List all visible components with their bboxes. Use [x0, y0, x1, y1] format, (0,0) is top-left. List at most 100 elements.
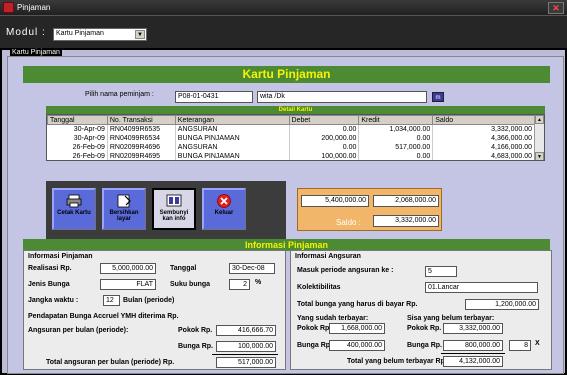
sudah-bunga-label: Bunga Rp. [297, 342, 332, 349]
pokok-field[interactable]: 416,666.70 [216, 325, 276, 336]
cell-keterangan: BUNGA PINJAMAN [175, 151, 290, 160]
cell-kredit: 1,034,000.00 [358, 124, 434, 134]
tanggal-label: Tanggal [170, 265, 197, 272]
col-debet[interactable]: Debet [288, 115, 360, 125]
bersihkan-layar-button[interactable]: Bersihkan layar [102, 188, 146, 230]
total-angsuran-field[interactable]: 517,000.00 [216, 357, 276, 368]
close-button[interactable]: ✕ [548, 2, 564, 14]
totals-box: 5,400,000.00 2,068,000.00 Saldo : 3,332,… [297, 188, 442, 231]
keluar-button[interactable]: Keluar [202, 188, 246, 230]
peminjam-name-input[interactable]: wita /Dk [257, 91, 427, 103]
sembunyi-info-label: Sembunyi kan info [159, 210, 189, 222]
app-window: Pinjaman ✕ Modul : Kartu Pinjaman ▼ Kart… [0, 0, 567, 375]
suku-bunga-label: Suku bunga [170, 281, 211, 288]
divider [441, 353, 505, 354]
main-content: Kartu Pinjaman Kartu Pinjaman Pilih nama… [0, 48, 567, 375]
cell-tanggal: 26-Feb-09 [47, 151, 108, 160]
col-tanggal[interactable]: Tanggal [47, 115, 108, 125]
page-title: Kartu Pinjaman [23, 66, 550, 83]
cell-saldo: 4,683,000.00 [432, 151, 535, 160]
table-row[interactable]: 26-Feb-09 RN02099R4696 ANGSURAN 0.00 517… [47, 142, 535, 152]
table-row[interactable]: 26-Feb-09 RN02099R4695 BUNGA PINJAMAN 10… [47, 151, 535, 160]
cell-kredit: 0.00 [358, 151, 434, 160]
table-row[interactable]: 30-Apr-09 RN04099R6535 ANGSURAN 0.00 1,0… [47, 124, 535, 134]
masuk-periode-field[interactable]: 5 [425, 266, 457, 277]
cell-no-transaksi: RN02099R4696 [107, 142, 176, 152]
masuk-periode-label: Masuk periode angsuran ke : [297, 267, 394, 274]
bunga-field[interactable]: 100,000.00 [216, 341, 276, 352]
cell-kredit: 517,000.00 [358, 142, 434, 152]
suku-bunga-unit: % [255, 279, 262, 286]
total-bunga-label: Total bunga yang harus di bayar Rp. [297, 301, 418, 308]
suku-bunga-field[interactable]: 2 [229, 279, 250, 290]
app-icon [3, 2, 14, 13]
keluar-label: Keluar [214, 210, 234, 216]
cell-no-transaksi: RN02099R4695 [107, 151, 176, 160]
cetak-kartu-label: Cetak Kartu [57, 210, 91, 216]
cell-debet: 100,000.00 [289, 151, 360, 160]
kartu-table[interactable]: Tanggal No. Transaksi Keterangan Debet K… [46, 114, 545, 161]
clear-screen-icon [117, 194, 131, 208]
sisa-kali-field[interactable]: 8 [509, 340, 531, 351]
kartu-panel: Kartu Pinjaman Pilih nama peminjam : P08… [7, 56, 564, 374]
cell-saldo: 4,166,000.00 [432, 142, 535, 152]
hide-info-icon [166, 194, 182, 207]
realisasi-label: Realisasi Rp. [28, 265, 72, 272]
total-angsuran-label: Total angsuran per bulan (periode) Rp. [46, 359, 175, 366]
realisasi-field[interactable]: 5,000,000.00 [100, 263, 156, 274]
kolektibilitas-field[interactable]: 01.Lancar [425, 282, 538, 293]
close-icon: ✕ [552, 3, 560, 13]
scroll-down-icon[interactable]: ▼ [535, 152, 544, 160]
modul-select[interactable]: Kartu Pinjaman ▼ [53, 28, 147, 41]
fieldset-label: Kartu Pinjaman [10, 49, 62, 56]
sudah-bunga-field[interactable]: 400,000.00 [329, 340, 385, 351]
cell-tanggal: 30-Apr-09 [47, 133, 108, 143]
total-belum-label: Total yang belum terbayar Rp. [347, 358, 447, 365]
sisa-terbayar-label: Sisa yang belum terbayar: [407, 315, 495, 322]
lookup-button[interactable]: m [432, 92, 444, 102]
kolektibilitas-label: Kolektibilitas [297, 284, 341, 291]
table-row[interactable]: 30-Apr-09 RN04099R6534 BUNGA PINJAMAN 20… [47, 133, 535, 143]
sisa-pokok-field[interactable]: 3,332,000.00 [443, 323, 503, 334]
sisa-pokok-label: Pokok Rp. [407, 325, 442, 332]
total-belum-field[interactable]: 4,132,000.00 [443, 356, 503, 367]
scroll-up-icon[interactable]: ▲ [535, 115, 544, 124]
angsuran-header: Informasi Angsuran [295, 253, 361, 260]
printer-icon [66, 194, 82, 208]
tanggal-field[interactable]: 30-Dec-08 [229, 263, 275, 274]
cell-saldo: 3,332,000.00 [432, 124, 535, 134]
col-saldo[interactable]: Saldo [432, 115, 535, 125]
total-bunga-field[interactable]: 1,200,000.00 [465, 299, 539, 310]
angsuran-label: Angsuran per bulan (periode): [28, 327, 129, 334]
cell-no-transaksi: RN04099R6534 [107, 133, 176, 143]
sudah-terbayar-label: Yang sudah terbayar: [297, 315, 369, 322]
informasi-angsuran-panel: Informasi Angsuran Masuk periode angsura… [290, 250, 552, 370]
sudah-pokok-label: Pokok Rp. [297, 325, 332, 332]
total-saldo: 3,332,000.00 [373, 215, 439, 227]
sisa-bunga-label: Bunga Rp. [407, 342, 442, 349]
cetak-kartu-button[interactable]: Cetak Kartu [52, 188, 96, 230]
table-scrollbar[interactable]: ▲ ▼ [534, 115, 544, 160]
jangka-field[interactable]: 12 [103, 295, 120, 306]
jenis-bunga-field[interactable]: FLAT [100, 279, 156, 290]
cell-keterangan: BUNGA PINJAMAN [175, 133, 290, 143]
col-kredit[interactable]: Kredit [358, 115, 434, 125]
sembunyi-info-button[interactable]: Sembunyi kan info [152, 188, 196, 230]
col-no-transaksi[interactable]: No. Transaksi [106, 115, 176, 125]
sisa-bunga-field[interactable]: 800,000.00 [443, 340, 503, 351]
jangka-unit: Bulan (periode) [123, 297, 175, 304]
cell-keterangan: ANGSURAN [175, 142, 290, 152]
jangka-label: Jangka waktu : [28, 297, 79, 304]
total-kredit: 2,068,000.00 [373, 195, 439, 207]
bunga-label: Bunga Rp. [178, 343, 213, 350]
divider [212, 354, 278, 355]
pokok-label: Pokok Rp. [178, 327, 213, 334]
chevron-down-icon[interactable]: ▼ [135, 30, 145, 39]
informasi-pinjaman-panel: Informasi Pinjaman Realisasi Rp. 5,000,0… [23, 250, 286, 370]
table-caption: Detail Kartu [46, 106, 545, 114]
bersihkan-layar-label: Bersihkan layar [109, 210, 139, 222]
modul-select-value: Kartu Pinjaman [56, 30, 104, 37]
col-keterangan[interactable]: Keterangan [174, 115, 290, 125]
sudah-pokok-field[interactable]: 1,668,000.00 [329, 323, 385, 334]
peminjam-id-input[interactable]: P08-01-0431 [175, 91, 253, 103]
